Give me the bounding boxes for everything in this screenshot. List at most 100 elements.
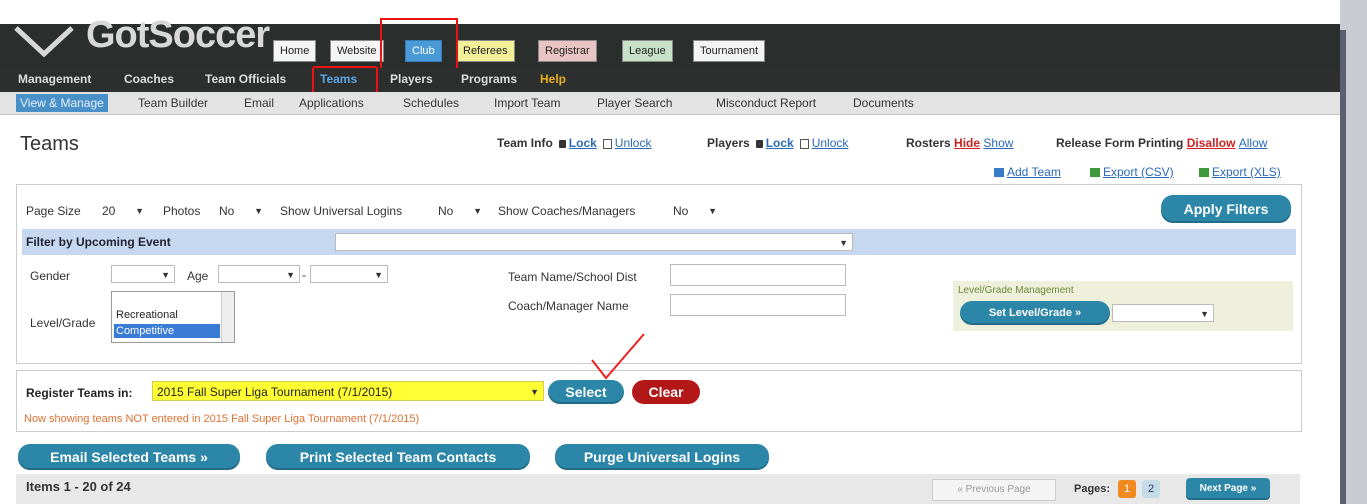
export-csv-label[interactable]: Export (CSV) (1103, 165, 1174, 179)
nav-team-officials[interactable]: Team Officials (205, 72, 286, 86)
subnav-team-builder[interactable]: Team Builder (138, 96, 208, 110)
subnav-view-manage[interactable]: View & Manage (16, 94, 108, 112)
next-page-button[interactable]: Next Page » (1186, 478, 1270, 500)
excel-icon (1090, 168, 1100, 178)
show-coaches-label: Show Coaches/Managers (498, 204, 636, 218)
previous-page-button[interactable]: « Previous Page (932, 479, 1056, 501)
level-management-title: Level/Grade Management (958, 285, 1074, 296)
tab-tournament[interactable]: Tournament (693, 40, 766, 62)
add-team-label[interactable]: Add Team (1007, 165, 1061, 179)
subnav-misconduct-report[interactable]: Misconduct Report (716, 96, 816, 110)
page-2[interactable]: 2 (1142, 480, 1160, 498)
email-selected-teams-button[interactable]: Email Selected Teams » (18, 444, 240, 470)
level-option-competitive[interactable]: Competitive (114, 324, 220, 338)
print-team-contacts-button[interactable]: Print Selected Team Contacts (266, 444, 530, 470)
release-form-label: Release Form Printing (1056, 136, 1184, 150)
lock-icon (558, 139, 566, 148)
show-coaches-select[interactable]: No ▼ (668, 201, 722, 219)
tab-referees[interactable]: Referees (456, 40, 515, 62)
listbox-scrollbar[interactable] (221, 292, 234, 342)
dropdown-arrow-icon: ▼ (1200, 309, 1209, 319)
level-option-recreational[interactable]: Recreational (116, 309, 178, 321)
gender-select[interactable]: ▼ (111, 265, 175, 283)
dropdown-arrow-icon: ▼ (839, 238, 848, 248)
release-form-controls: Release Form Printing Disallow Allow (1056, 136, 1267, 150)
site-logo[interactable]: GotSoccer (86, 14, 270, 57)
players-label: Players (707, 136, 750, 150)
dropdown-arrow-icon: ▼ (530, 387, 539, 397)
set-level-select[interactable]: ▼ (1112, 304, 1214, 322)
apply-filters-button[interactable]: Apply Filters (1161, 195, 1291, 223)
annotation-red-box (380, 18, 458, 74)
nav-help[interactable]: Help (540, 72, 566, 86)
nav-coaches[interactable]: Coaches (124, 72, 174, 86)
dropdown-arrow-icon: ▼ (473, 206, 482, 216)
subnav-schedules[interactable]: Schedules (403, 96, 459, 110)
nav-programs[interactable]: Programs (461, 72, 517, 86)
rosters-show-link[interactable]: Show (983, 136, 1013, 150)
subnav-documents[interactable]: Documents (853, 96, 914, 110)
subnav-player-search[interactable]: Player Search (597, 96, 672, 110)
page-size-value: 20 (102, 204, 116, 218)
team-info-lock-link[interactable]: Lock (569, 136, 597, 150)
universal-logins-select[interactable]: No ▼ (433, 201, 487, 219)
age-from-select[interactable]: ▼ (218, 265, 300, 283)
secondary-nav (0, 68, 1340, 92)
upcoming-event-select[interactable]: ▼ (335, 233, 853, 251)
page-1[interactable]: 1 (1118, 480, 1136, 498)
rosters-controls: Rosters Hide Show (906, 136, 1013, 150)
purge-universal-logins-button[interactable]: Purge Universal Logins (555, 444, 769, 470)
level-grade-listbox[interactable]: Recreational Competitive (111, 291, 235, 343)
tab-registrar[interactable]: Registrar (538, 40, 597, 62)
coach-name-input[interactable] (670, 294, 846, 316)
add-team-link[interactable]: Add Team (994, 165, 1061, 179)
photos-select[interactable]: No ▼ (214, 201, 268, 219)
tab-league[interactable]: League (622, 40, 673, 62)
register-notice: Now showing teams NOT entered in 2015 Fa… (24, 413, 420, 425)
export-csv-link[interactable]: Export (CSV) (1090, 165, 1174, 179)
subnav-import-team[interactable]: Import Team (494, 96, 560, 110)
age-to-select[interactable]: ▼ (310, 265, 388, 283)
upcoming-event-label: Filter by Upcoming Event (26, 235, 171, 249)
subnav-email[interactable]: Email (244, 96, 274, 110)
release-allow-link[interactable]: Allow (1239, 136, 1268, 150)
add-team-icon (994, 168, 1004, 178)
universal-logins-label: Show Universal Logins (280, 204, 403, 218)
dropdown-arrow-icon: ▼ (254, 206, 263, 216)
rosters-hide-link[interactable]: Hide (954, 136, 980, 150)
annotation-red-circle (312, 66, 378, 94)
dropdown-arrow-icon: ▼ (708, 206, 717, 216)
release-disallow-link[interactable]: Disallow (1187, 136, 1236, 150)
age-range-dash: - (302, 268, 306, 282)
page-size-select[interactable]: 20 ▼ (97, 201, 149, 219)
team-info-controls: Team Info Lock Unlock (497, 136, 651, 150)
annotation-checkmark-icon (591, 333, 645, 380)
export-xls-label[interactable]: Export (XLS) (1212, 165, 1281, 179)
tournament-value: 2015 Fall Super Liga Tournament (7/1/201… (157, 385, 393, 399)
lock-icon (755, 139, 763, 148)
dropdown-arrow-icon: ▼ (135, 206, 144, 216)
rosters-label: Rosters (906, 136, 951, 150)
players-controls: Players Lock Unlock (707, 136, 848, 150)
nav-players[interactable]: Players (390, 72, 433, 86)
level-grade-label: Level/Grade (30, 316, 96, 330)
tab-website[interactable]: Website (330, 40, 384, 62)
team-info-label: Team Info (497, 136, 553, 150)
players-lock-link[interactable]: Lock (766, 136, 794, 150)
export-xls-link[interactable]: Export (XLS) (1199, 165, 1281, 179)
photos-label: Photos (163, 204, 201, 218)
players-unlock-link[interactable]: Unlock (812, 136, 849, 150)
team-name-label: Team Name/School Dist (508, 270, 637, 284)
subnav-applications[interactable]: Applications (299, 96, 364, 110)
tab-home[interactable]: Home (273, 40, 317, 62)
dropdown-arrow-icon: ▼ (374, 270, 383, 280)
nav-management[interactable]: Management (18, 72, 91, 86)
tournament-select[interactable]: 2015 Fall Super Liga Tournament (7/1/201… (152, 381, 544, 401)
set-level-grade-button[interactable]: Set Level/Grade » (960, 301, 1110, 325)
team-name-input[interactable] (670, 264, 846, 286)
universal-logins-value: No (438, 204, 454, 218)
age-label: Age (187, 269, 209, 283)
team-info-unlock-link[interactable]: Unlock (615, 136, 652, 150)
photos-value: No (219, 204, 235, 218)
dropdown-arrow-icon: ▼ (286, 270, 295, 280)
